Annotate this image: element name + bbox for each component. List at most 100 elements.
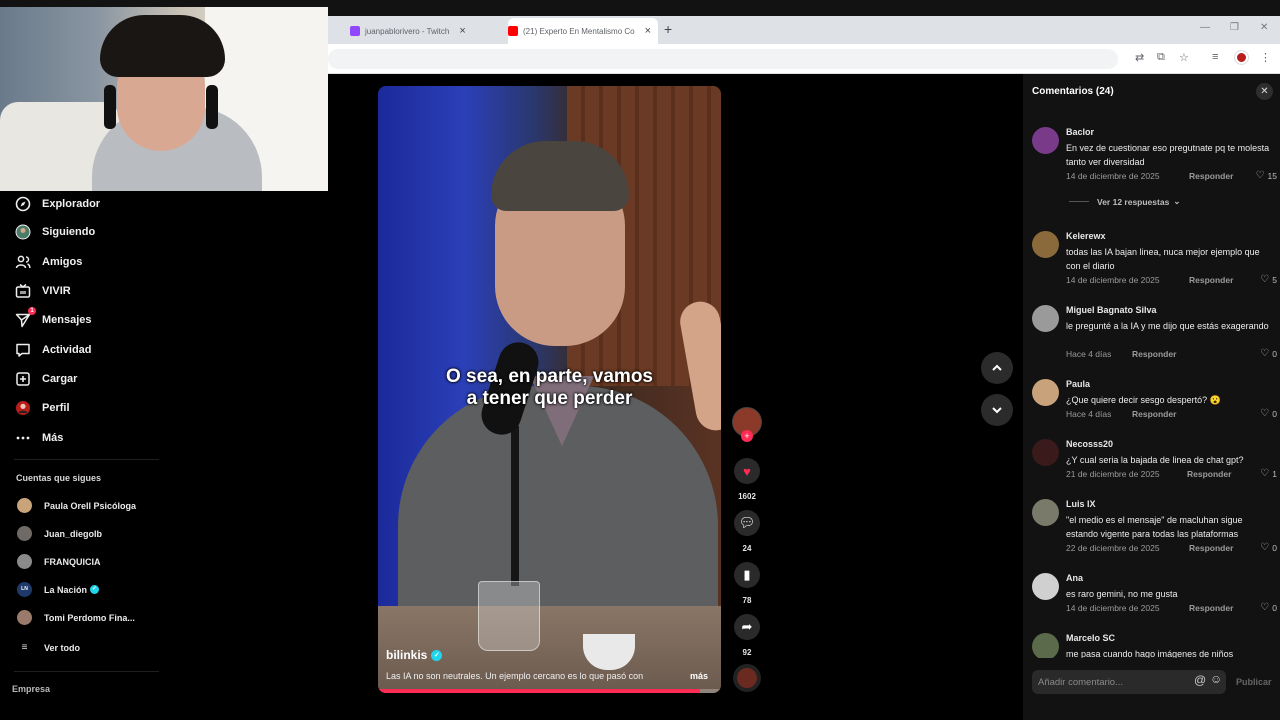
comment-like-button[interactable]: ♡ 1 xyxy=(1260,468,1277,479)
comment-like-count: 0 xyxy=(1272,602,1277,613)
save-button[interactable]: ▮ xyxy=(734,562,760,588)
like-button[interactable]: ♥ xyxy=(734,458,760,484)
nav-item-amigos[interactable]: Amigos xyxy=(14,253,82,271)
comment-username[interactable]: Miguel Bagnato Silva xyxy=(1066,305,1157,315)
post-comment-button[interactable]: Publicar xyxy=(1236,677,1272,687)
comment-avatar[interactable] xyxy=(1032,231,1059,258)
following-account[interactable]: Tomi Perdomo Fina... xyxy=(17,610,135,625)
comment-username[interactable]: Necosss20 xyxy=(1066,439,1113,449)
following-account[interactable]: LN La Nación ✓ xyxy=(17,582,100,597)
reply-button[interactable]: Responder xyxy=(1132,349,1176,359)
nav-item-mensajes[interactable]: 1 Mensajes xyxy=(14,307,92,329)
reply-button[interactable]: Responder xyxy=(1187,469,1231,479)
comment-avatar[interactable] xyxy=(1032,633,1059,658)
comment-text: me pasa cuando hago imágenes de niños xyxy=(1066,649,1234,658)
nav-item-explorador[interactable]: Explorador xyxy=(14,195,100,213)
music-disc-icon[interactable] xyxy=(733,664,761,692)
tab-twitch[interactable]: juanpablorivero - Twitch × xyxy=(350,18,500,44)
minimize-button[interactable]: — xyxy=(1200,22,1210,33)
nav-item-actividad[interactable]: Actividad xyxy=(14,341,92,359)
view-replies-button[interactable]: Ver 12 respuestas ⌄ xyxy=(1069,196,1180,207)
address-bar[interactable] xyxy=(328,49,1118,69)
comments-header: Comentarios (24) xyxy=(1032,86,1114,97)
following-section-title: Cuentas que sigues xyxy=(16,473,102,483)
install-icon[interactable]: ⧉ xyxy=(1157,51,1165,64)
comment-like-button[interactable]: ♡ 0 xyxy=(1260,348,1277,359)
comment-like-button[interactable]: ♡ 0 xyxy=(1260,542,1277,553)
comment-username[interactable]: Kelerewx xyxy=(1066,231,1106,241)
new-tab-button[interactable]: + xyxy=(664,21,672,37)
following-account[interactable]: Juan_diegolb xyxy=(17,526,102,541)
tab-close-icon[interactable]: × xyxy=(459,25,465,37)
video-player[interactable]: O sea, en parte, vamos a tener que perde… xyxy=(378,86,721,693)
comment-avatar[interactable] xyxy=(1032,499,1059,526)
tab-title: juanpablorivero - Twitch xyxy=(365,26,450,36)
tab-youtube[interactable]: (21) Experto En Mentalismo Co × xyxy=(508,18,658,44)
video-glass xyxy=(478,581,540,651)
nav-item-siguiendo[interactable]: Siguiendo xyxy=(14,223,95,241)
account-avatar xyxy=(17,610,32,625)
comment-like-button[interactable]: ♡ 5 xyxy=(1260,274,1277,285)
emoji-icon[interactable]: ☺ xyxy=(1210,672,1222,686)
nav-item-cargar[interactable]: Cargar xyxy=(14,370,77,388)
previous-video-button[interactable] xyxy=(981,352,1013,384)
close-comments-button[interactable]: ✕ xyxy=(1256,83,1273,100)
more-link[interactable]: más xyxy=(690,671,708,681)
comment-avatar[interactable] xyxy=(1032,379,1059,406)
comment-like-button[interactable]: ♡ 15 xyxy=(1256,170,1277,181)
nav-label: Explorador xyxy=(42,198,101,210)
see-all-link[interactable]: ≡ Ver todo xyxy=(17,640,80,655)
nav-item-perfil[interactable]: Perfil xyxy=(14,399,70,417)
reading-list-icon[interactable]: ≡ xyxy=(1212,51,1218,63)
comment-avatar[interactable] xyxy=(1032,305,1059,332)
share-button[interactable]: ➦ xyxy=(734,614,760,640)
translate-icon[interactable]: ⇄ xyxy=(1135,51,1144,64)
save-count: 78 xyxy=(742,596,752,605)
video-progress-bar[interactable] xyxy=(378,689,721,693)
company-link[interactable]: Empresa xyxy=(12,684,50,694)
comment-avatar[interactable] xyxy=(1032,573,1059,600)
view-replies-label: Ver 12 respuestas xyxy=(1097,196,1170,207)
kebab-menu-icon[interactable]: ⋮ xyxy=(1260,51,1271,64)
reply-button[interactable]: Responder xyxy=(1189,171,1233,181)
reply-button[interactable]: Responder xyxy=(1189,603,1233,613)
reply-button[interactable]: Responder xyxy=(1189,543,1233,553)
comment-username[interactable]: Marcelo SC xyxy=(1066,633,1115,643)
following-account[interactable]: Paula Orell Psicóloga xyxy=(17,498,136,513)
tab-close-icon[interactable]: × xyxy=(645,25,651,37)
reply-button[interactable]: Responder xyxy=(1189,275,1233,285)
comment-button[interactable]: 💬︎ xyxy=(734,510,760,536)
webcam-overlay xyxy=(0,7,328,191)
comment-text: ¿Y cual seria la bajada de linea de chat… xyxy=(1066,455,1244,465)
comment-avatar[interactable] xyxy=(1032,439,1059,466)
following-account[interactable]: FRANQUICIA xyxy=(17,554,101,569)
nav-item-vivir[interactable]: VIVIR xyxy=(14,282,71,300)
video-author[interactable]: bilinkis ✓ xyxy=(386,648,443,662)
follow-plus-icon[interactable]: + xyxy=(741,430,753,442)
profile-avatar[interactable] xyxy=(1235,51,1248,64)
bookmark-star-icon[interactable]: ☆ xyxy=(1179,51,1189,64)
restore-button[interactable]: ❐ xyxy=(1230,22,1239,33)
comment-avatar[interactable] xyxy=(1032,127,1059,154)
comment-username[interactable]: Baclor xyxy=(1066,127,1094,137)
comment-like-button[interactable]: ♡ 0 xyxy=(1260,602,1277,613)
comment-username[interactable]: Ana xyxy=(1066,573,1083,583)
heart-outline-icon: ♡ xyxy=(1260,274,1270,285)
share-arrow-icon: ➦ xyxy=(741,619,753,634)
comment-username[interactable]: Paula xyxy=(1066,379,1090,389)
comment-text: "el medio es el mensaje" de macluhan sig… xyxy=(1066,515,1243,539)
comment-like-count: 5 xyxy=(1272,274,1277,285)
comment-username[interactable]: Luis IX xyxy=(1066,499,1096,509)
comment-like-count: 0 xyxy=(1272,542,1277,553)
nav-item-mas[interactable]: Más xyxy=(14,429,63,447)
next-video-button[interactable] xyxy=(981,394,1013,426)
comment-like-button[interactable]: ♡ 0 xyxy=(1260,408,1277,419)
nav-label: Cargar xyxy=(42,373,78,385)
comment-input[interactable] xyxy=(1038,674,1178,690)
mention-icon[interactable]: @ xyxy=(1194,673,1206,687)
window-close-button[interactable]: ✕ xyxy=(1260,22,1268,33)
nav-label: Perfil xyxy=(42,402,70,414)
comment-date: 22 de diciembre de 2025 xyxy=(1066,543,1160,553)
nav-label: Amigos xyxy=(42,256,83,268)
reply-button[interactable]: Responder xyxy=(1132,409,1176,419)
